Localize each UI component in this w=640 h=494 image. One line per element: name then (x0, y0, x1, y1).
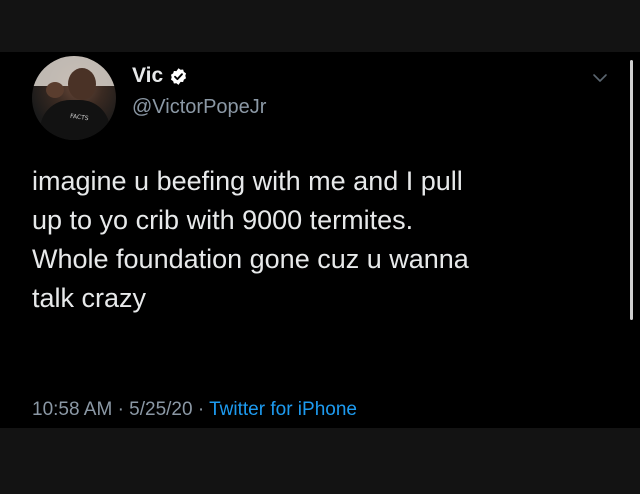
scrollbar[interactable] (630, 60, 633, 320)
tweet-card: FACTS Vic @VictorPopeJr imagine u beefin… (0, 52, 640, 428)
author-name-row: Vic (132, 64, 188, 88)
display-name[interactable]: Vic (132, 64, 163, 88)
avatar-hand (46, 82, 64, 98)
tweet-source-link[interactable]: Twitter for iPhone (209, 399, 357, 420)
verified-badge-icon (171, 67, 187, 85)
user-handle[interactable]: @VictorPopeJr (132, 96, 266, 119)
top-background-band (0, 0, 640, 52)
meta-separator: · (197, 399, 205, 420)
bottom-background-band (0, 428, 640, 494)
meta-separator: · (117, 399, 124, 420)
avatar[interactable]: FACTS (32, 56, 116, 140)
tweet-date[interactable]: 5/25/20 (129, 399, 192, 420)
avatar-head (68, 68, 96, 100)
tweet-time[interactable]: 10:58 AM (32, 399, 112, 420)
tweet-text: imagine u beefing with me and I pull up … (32, 166, 469, 313)
tweet-meta: 10:58 AM · 5/25/20 · Twitter for iPhone (32, 399, 357, 421)
chevron-down-icon[interactable] (592, 72, 608, 84)
